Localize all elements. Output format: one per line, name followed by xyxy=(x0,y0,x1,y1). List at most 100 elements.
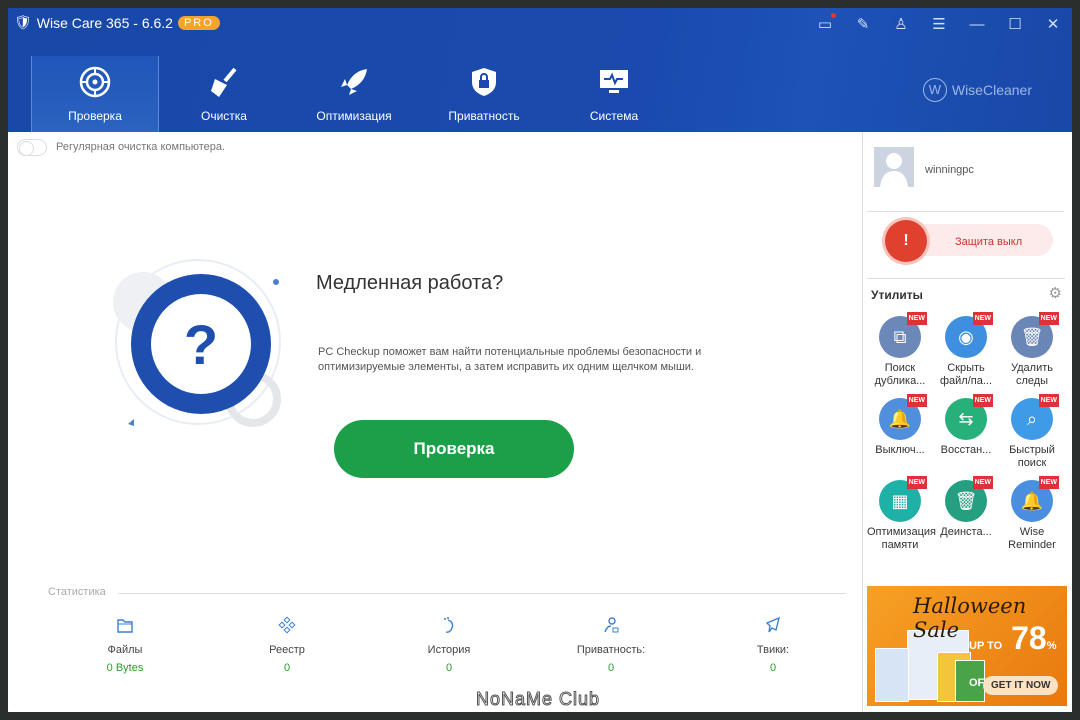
brand-name: WiseCleaner xyxy=(951,82,1032,98)
tab-checkup[interactable]: Проверка xyxy=(31,56,159,132)
tab-privacy[interactable]: Приватность xyxy=(419,56,549,132)
monitor-icon xyxy=(600,70,628,93)
utility-item[interactable]: NEW 🔔 Выключ... xyxy=(867,394,933,468)
stat-footprint: История 0 xyxy=(368,616,530,674)
stat-value: 0 xyxy=(769,662,777,674)
skin-icon[interactable]: ♙ xyxy=(882,15,920,33)
new-badge: NEW xyxy=(906,312,927,325)
utility-item[interactable]: NEW ▦ Оптимизация памяти xyxy=(867,476,936,551)
app-window: 🛡 Wise Care 365 - 6.6.2 PRO ▭ ✎ ♙ ☰ — ☐ ✕ Пров… xyxy=(8,8,1072,712)
maximize-icon[interactable]: ☐ xyxy=(996,15,1034,33)
stats-divider xyxy=(118,593,846,594)
pro-badge: PRO xyxy=(177,15,220,30)
auto-clean-toggle[interactable] xyxy=(17,139,47,156)
notification-dot xyxy=(831,13,836,18)
watermark: NoNaMe Club xyxy=(475,689,601,710)
tab-label: Приватность xyxy=(448,109,520,123)
tab-label: Проверка xyxy=(68,109,122,123)
utility-label: Скрыть файл/па... xyxy=(939,362,993,387)
stat-label: Приватность: xyxy=(576,644,646,656)
tweaks-icon xyxy=(765,616,781,633)
radar-icon xyxy=(79,66,111,98)
app-logo-icon: 🛡 xyxy=(14,14,32,30)
utility-item[interactable]: NEW ⇆ Восстан... xyxy=(933,394,999,468)
shield-lock-icon xyxy=(472,68,496,96)
avatar xyxy=(874,147,914,187)
stat-tweaks: Твики: 0 xyxy=(692,616,854,674)
main-panel: Регулярная очистка компьютера. ? Медленн… xyxy=(8,132,862,712)
new-badge: NEW xyxy=(972,394,993,407)
wisecleaner-logo-icon: W xyxy=(922,78,947,102)
broom-icon xyxy=(211,67,237,97)
tab-cleaner[interactable]: Очистка xyxy=(159,56,289,132)
shield-alert-icon[interactable]: ! xyxy=(885,220,927,262)
get-it-now-button[interactable]: GET IT NOW xyxy=(983,676,1059,695)
stat-value: 0 Bytes xyxy=(106,662,144,674)
utility-label: Быстрый поиск xyxy=(1009,444,1055,469)
edit-icon[interactable]: ✎ xyxy=(844,15,882,33)
auto-clean-label: Регулярная очистка компьютера. xyxy=(56,141,226,153)
stat-folder: Файлы 0 Bytes xyxy=(44,616,206,674)
tab-optimizer[interactable]: Оптимизация xyxy=(289,56,419,132)
utility-label: Поиск дублика... xyxy=(874,362,926,387)
new-badge: NEW xyxy=(906,476,927,489)
stats-title: Статистика xyxy=(48,586,106,598)
utility-item[interactable]: NEW 🗑 Удалить следы xyxy=(999,312,1065,387)
tab-label: Система xyxy=(589,109,639,123)
registry-icon xyxy=(278,616,296,634)
gear-icon[interactable]: ⚙ xyxy=(1049,284,1062,302)
new-badge: NEW xyxy=(1038,476,1059,489)
new-badge: NEW xyxy=(906,394,927,407)
utilities-title: Утилиты xyxy=(871,288,923,302)
user-silhouette-icon xyxy=(880,153,908,187)
privacy-icon xyxy=(604,617,619,633)
utilities-grid: NEW ⧉ Поиск дублика... NEW ◉ Скрыть файл/па..… xyxy=(867,312,1065,551)
header: 🛡 Wise Care 365 - 6.6.2 PRO ▭ ✎ ♙ ☰ — ☐ ✕ Пров… xyxy=(8,8,1072,132)
app-title: Wise Care 365 - 6.6.2 xyxy=(36,14,173,31)
stat-label: Твики: xyxy=(756,644,790,656)
utility-label: Удалить следы xyxy=(1011,362,1053,387)
user-card[interactable]: winningpc xyxy=(867,132,1064,212)
utility-item[interactable]: NEW 🗑 Деинста... xyxy=(933,476,999,550)
utility-label: Выключ... xyxy=(875,444,925,456)
stat-registry: Реестр 0 xyxy=(206,616,368,674)
stat-value: 0 xyxy=(607,662,615,674)
title-bar: 🛡 Wise Care 365 - 6.6.2 PRO xyxy=(14,14,220,31)
utility-label: Wise Reminder xyxy=(1008,526,1056,551)
utility-item[interactable]: NEW 🔔 Wise Reminder xyxy=(999,476,1065,551)
tab-label: Оптимизация xyxy=(316,109,392,123)
new-badge: NEW xyxy=(972,476,993,489)
window-controls: ▭ ✎ ♙ ☰ — ☐ ✕ xyxy=(806,8,1072,40)
side-panel: winningpc ! Защита выкл Утилиты ⚙ NEW ⧉ По… xyxy=(862,132,1072,712)
main-nav: Проверка Очистка Оптимизация Приватность Сис… xyxy=(31,56,679,132)
wisecleaner-brand[interactable]: W WiseCleaner xyxy=(922,78,1032,102)
stat-label: Реестр xyxy=(269,644,305,656)
close-icon[interactable]: ✕ xyxy=(1034,15,1072,33)
tab-system[interactable]: Система xyxy=(549,56,679,132)
tab-label: Очистка xyxy=(201,109,247,123)
protection-label: Защита выкл xyxy=(955,236,1023,248)
utility-item[interactable]: NEW ⧉ Поиск дублика... xyxy=(867,312,933,387)
username: winningpc xyxy=(925,164,974,176)
new-badge: NEW xyxy=(972,312,993,325)
stat-value: 0 xyxy=(283,662,291,674)
utility-item[interactable]: NEW ⌕ Быстрый поиск xyxy=(999,394,1065,469)
utility-item[interactable]: NEW ◉ Скрыть файл/па... xyxy=(933,312,999,387)
folder-icon xyxy=(117,619,133,633)
utility-label: Восстан... xyxy=(940,444,992,456)
divider xyxy=(867,278,1065,279)
rocket-icon xyxy=(341,69,367,95)
stat-privacy: Приватность: 0 xyxy=(530,616,692,674)
menu-icon[interactable]: ☰ xyxy=(920,15,958,33)
feedback-icon[interactable]: ▭ xyxy=(806,13,844,33)
utility-label: Деинста... xyxy=(940,526,992,538)
question-mark-icon: ? xyxy=(184,313,218,376)
stats-row: Файлы 0 Bytes Реестр 0 История 0 Приватность: 0… xyxy=(8,616,862,674)
checkup-illustration: ? xyxy=(113,259,281,427)
stat-label: История xyxy=(427,644,471,656)
scan-button[interactable]: Проверка xyxy=(334,420,574,478)
halloween-sale-banner[interactable]: Halloween Sale UP TO 78% OFF GET IT NOW xyxy=(867,586,1067,706)
stat-value: 0 xyxy=(445,662,453,674)
minimize-icon[interactable]: — xyxy=(958,16,996,33)
page-heading: Медленная работа? xyxy=(316,272,504,294)
